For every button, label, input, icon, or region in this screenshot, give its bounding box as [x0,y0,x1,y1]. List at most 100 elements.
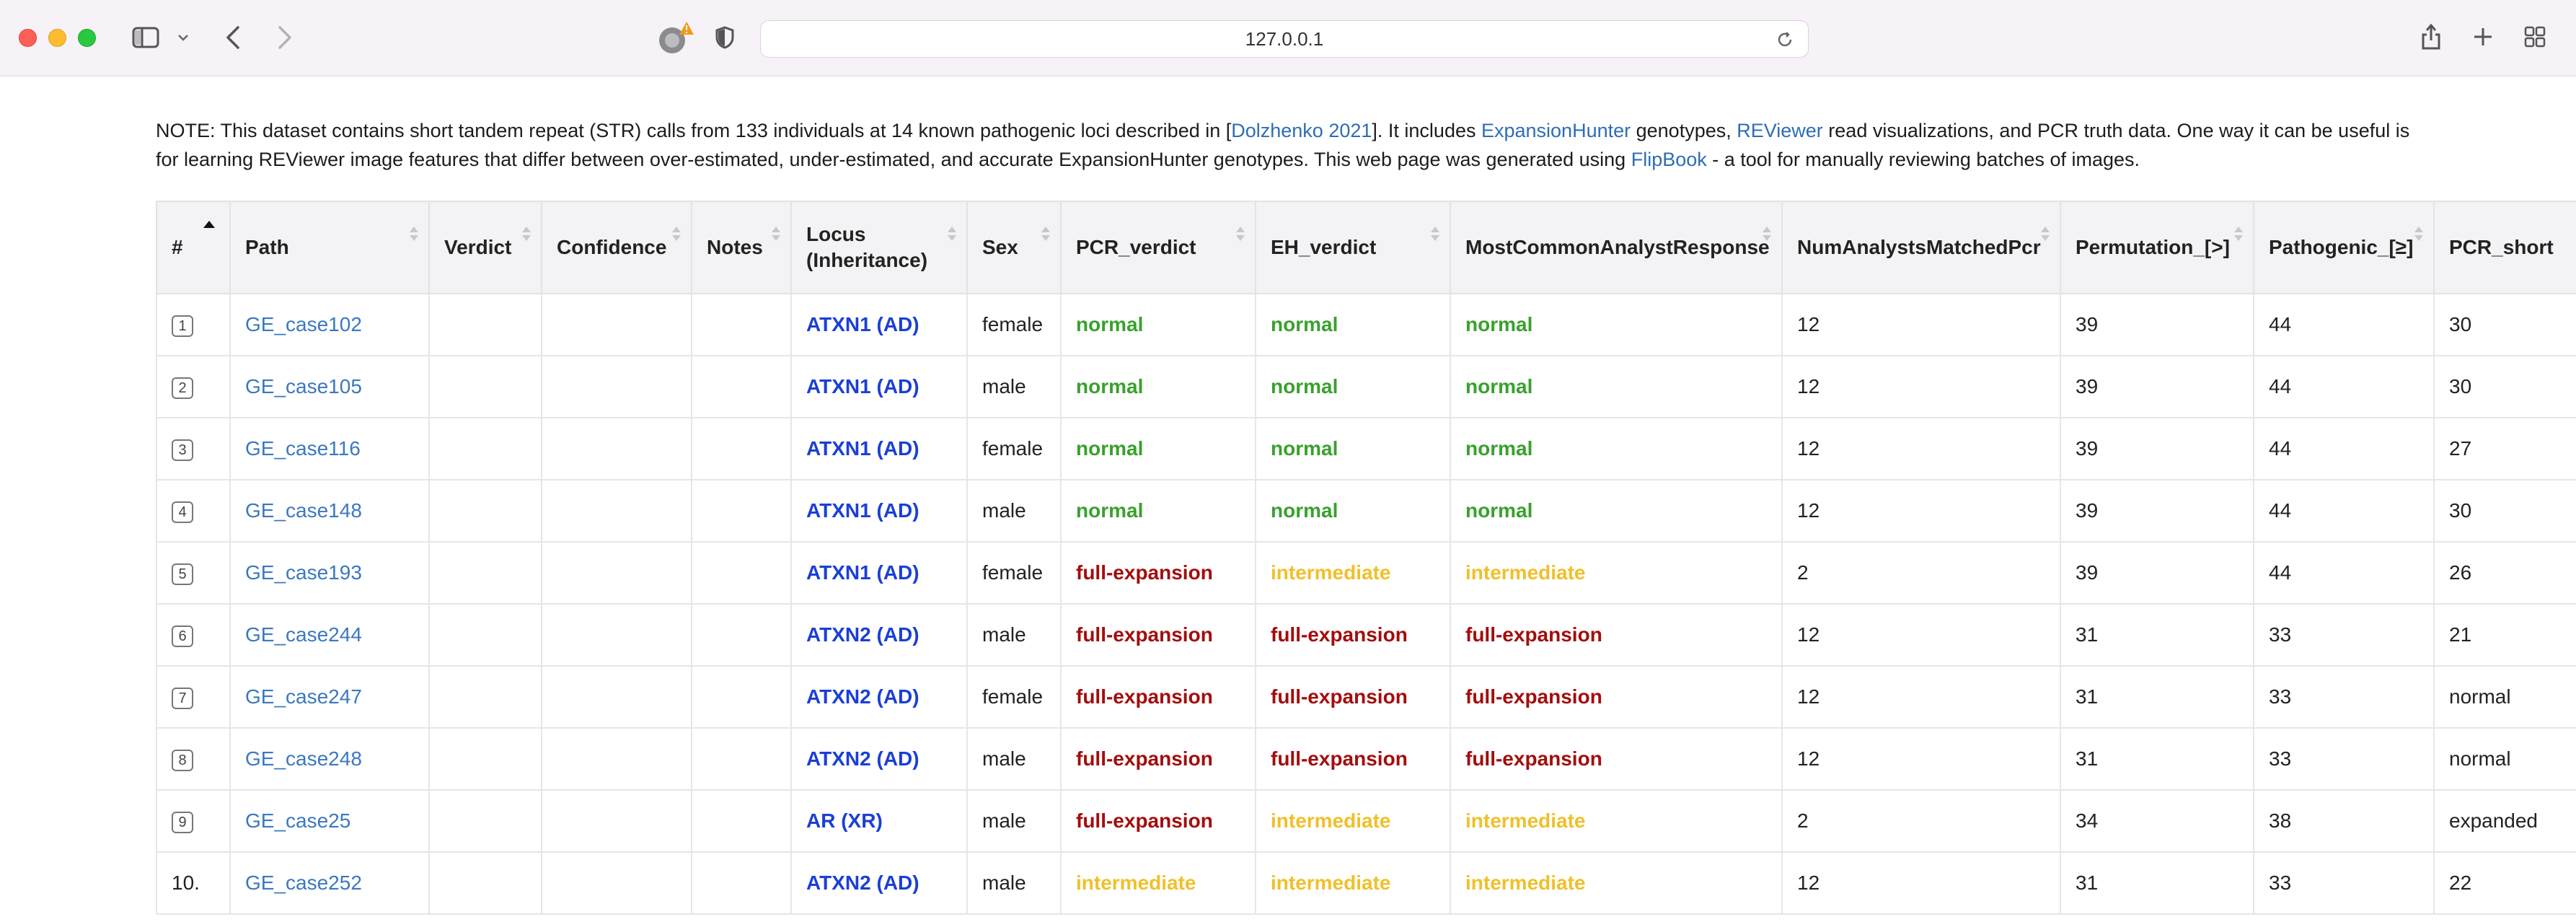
table-row[interactable]: 9 GE_case25 AR (XR) male full-expansion inter… [156,789,2576,853]
header-number[interactable]: # [156,201,231,294]
sort-arrows-icon[interactable] [1763,227,1771,242]
back-arrow-icon[interactable] [222,25,244,51]
confidence-cell-td[interactable] [541,727,692,791]
privacy-shield-icon[interactable] [714,25,736,51]
notes-cell-td[interactable] [691,603,792,667]
header-pcr-verdict[interactable]: PCR_verdict [1060,201,1256,294]
confidence-cell-td[interactable] [541,355,692,418]
header-pathogenic[interactable]: Pathogenic_[≥] [2253,201,2435,294]
sort-arrows-icon[interactable] [2234,227,2243,242]
expansionhunter-link[interactable]: ExpansionHunter [1481,120,1631,141]
sort-ascending-icon[interactable] [203,221,215,228]
notes-cell-td[interactable] [691,727,792,791]
confidence-cell-td[interactable] [541,417,692,480]
notes-cell-td[interactable] [691,541,792,605]
notes-cell-td[interactable] [691,293,792,356]
pcr-short-cell-td: normal [2433,665,2576,729]
table-row[interactable]: 1 GE_case102 ATXN1 (AD) female normal normal n… [156,293,2576,356]
verdict-cell-td[interactable] [428,727,542,791]
header-path[interactable]: Path [229,201,430,294]
path-link[interactable]: GE_case193 [245,561,362,584]
header-permutation[interactable]: Permutation_[>] [2060,201,2254,294]
confidence-cell-td[interactable] [541,541,692,605]
confidence-cell-td[interactable] [541,293,692,356]
notes-cell-td[interactable] [691,665,792,729]
verdict-cell-td[interactable] [428,479,542,543]
sidebar-icon[interactable] [131,26,160,49]
share-icon[interactable] [2419,22,2443,52]
verdict-cell-td[interactable] [428,603,542,667]
confidence-cell-td[interactable] [541,479,692,543]
minimize-window-button[interactable] [48,29,66,47]
notes-cell-td[interactable] [691,355,792,418]
extension-warning-icon[interactable] [655,19,698,58]
reload-icon[interactable] [1775,30,1795,50]
table-row[interactable]: 2 GE_case105 ATXN1 (AD) male normal normal nor… [156,355,2576,418]
verdict-cell-td[interactable] [428,851,542,915]
verdict-cell-td[interactable] [428,789,542,853]
table-row[interactable]: 7 GE_case247 ATXN2 (AD) female full-expansio… [156,665,2576,729]
sort-arrows-icon[interactable] [672,227,681,242]
notes-cell-td[interactable] [691,417,792,480]
path-link[interactable]: GE_case247 [245,685,362,708]
notes-cell-td[interactable] [691,479,792,543]
url-text[interactable]: 127.0.0.1 [761,21,1808,57]
table-row[interactable]: 6 GE_case244 ATXN2 (AD) male full-expansion f… [156,603,2576,667]
chevron-down-icon[interactable] [176,30,190,45]
sort-arrows-icon[interactable] [410,227,418,242]
forward-arrow-icon[interactable] [274,25,296,51]
new-tab-icon[interactable] [2471,25,2495,49]
tab-overview-icon[interactable] [2523,25,2547,49]
sort-arrows-icon[interactable] [522,227,531,242]
verdict-cell-td[interactable] [428,355,542,418]
header-locus[interactable]: Locus (Inheritance) [790,201,968,294]
reviewer-link[interactable]: REViewer [1737,120,1823,141]
sort-arrows-icon[interactable] [2414,227,2423,242]
header-eh-verdict[interactable]: EH_verdict [1255,201,1451,294]
path-link[interactable]: GE_case248 [245,747,362,770]
confidence-cell-td[interactable] [541,789,692,853]
zoom-window-button[interactable] [78,29,96,47]
header-confidence[interactable]: Confidence [541,201,692,294]
header-pcr-short[interactable]: PCR_short [2433,201,2576,294]
verdict-cell-td[interactable] [428,541,542,605]
sort-arrows-icon[interactable] [1431,227,1439,242]
confidence-cell-td[interactable] [541,665,692,729]
path-link[interactable]: GE_case148 [245,499,362,522]
path-link[interactable]: GE_case105 [245,375,362,398]
header-verdict[interactable]: Verdict [428,201,542,294]
confidence-cell-td[interactable] [541,603,692,667]
verdict-cell-td[interactable] [428,417,542,480]
sort-arrows-icon[interactable] [1236,227,1245,242]
pathogenic-cell-td: 33 [2253,851,2435,915]
close-window-button[interactable] [19,29,37,47]
address-bar[interactable]: 127.0.0.1 [760,20,1809,58]
flipbook-link[interactable]: FlipBook [1631,149,1707,170]
path-link[interactable]: GE_case102 [245,313,362,335]
header-num-analysts-matched[interactable]: NumAnalystsMatchedPcr [1781,201,2061,294]
sort-arrows-icon[interactable] [948,227,956,242]
notes-cell-td[interactable] [691,851,792,915]
verdict-cell-td[interactable] [428,665,542,729]
path-link[interactable]: GE_case116 [245,437,361,460]
sort-arrows-icon[interactable] [2041,227,2050,242]
table-row[interactable]: 4 GE_case148 ATXN1 (AD) male normal normal nor… [156,479,2576,543]
path-link[interactable]: GE_case244 [245,623,362,646]
path-link[interactable]: GE_case252 [245,871,362,894]
table-row[interactable]: 3 GE_case116 ATXN1 (AD) female normal normal n… [156,417,2576,480]
path-link[interactable]: GE_case25 [245,809,350,832]
confidence-cell-td[interactable] [541,851,692,915]
sort-arrows-icon[interactable] [1041,227,1050,242]
dolzhenko-link[interactable]: Dolzhenko 2021 [1231,120,1372,141]
pcr-verdict-cell-td: normal [1060,417,1256,480]
header-notes[interactable]: Notes [691,201,792,294]
table-row[interactable]: 10. GE_case252 ATXN2 (AD) male intermediate i… [156,851,2576,915]
column-header-label: Confidence [557,236,667,258]
verdict-cell-td[interactable] [428,293,542,356]
notes-cell-td[interactable] [691,789,792,853]
table-row[interactable]: 5 GE_case193 ATXN1 (AD) female full-expansio… [156,541,2576,605]
sort-arrows-icon[interactable] [772,227,780,242]
header-analyst-response[interactable]: MostCommonAnalystResponse [1450,201,1783,294]
header-sex[interactable]: Sex [966,201,1062,294]
table-row[interactable]: 8 GE_case248 ATXN2 (AD) male full-expansion f… [156,727,2576,791]
